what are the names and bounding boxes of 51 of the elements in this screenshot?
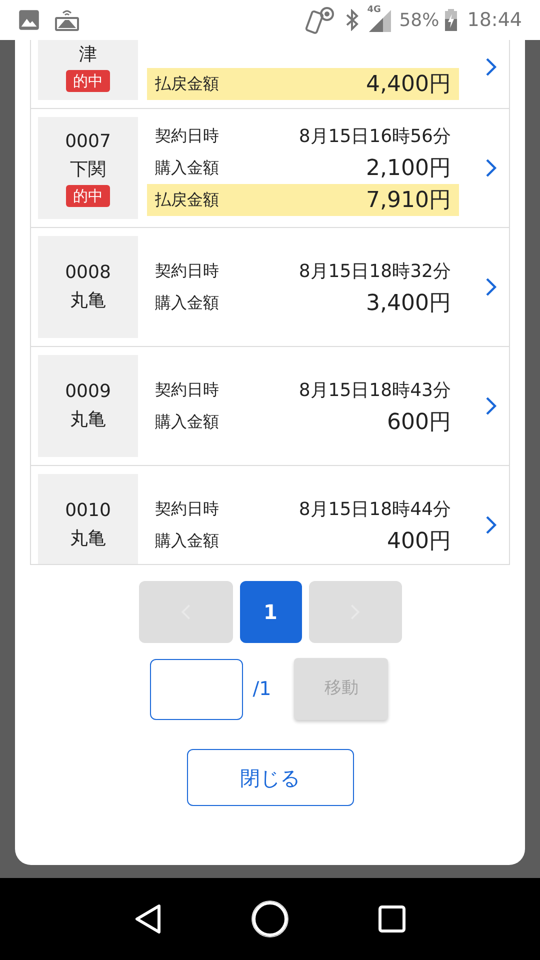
- battery-charging-icon: [445, 9, 458, 31]
- venue-name: 丸亀: [70, 408, 106, 432]
- field-value: 400円: [387, 528, 451, 556]
- ticket-number: 0010: [65, 499, 111, 523]
- field-label: 購入金額: [155, 292, 219, 314]
- venue-name: 下関: [70, 158, 106, 182]
- venue-name: 津: [79, 43, 97, 67]
- network-type-label: 4G: [367, 4, 381, 16]
- field-label: 購入金額: [155, 530, 219, 552]
- field-label: 契約日時: [155, 498, 219, 520]
- field-label: 払戻金額: [155, 189, 219, 211]
- image-icon: [18, 9, 40, 31]
- hit-badge: 的中: [66, 185, 110, 207]
- recents-icon[interactable]: [378, 905, 406, 933]
- bluetooth-icon: [345, 9, 360, 31]
- field-value: 600円: [387, 408, 451, 436]
- total-pages-label: /1: [252, 676, 272, 702]
- chevron-right-icon: [485, 56, 497, 78]
- field-value: 8月15日18時43分: [298, 378, 451, 402]
- page-number-input[interactable]: [150, 658, 243, 720]
- home-icon[interactable]: [250, 900, 289, 938]
- hit-badge: 的中: [66, 70, 110, 92]
- ticket-number: 0009: [65, 380, 111, 404]
- field-label: 購入金額: [155, 411, 219, 433]
- field-label: 契約日時: [155, 125, 219, 147]
- battery-percent: 58%: [399, 8, 440, 32]
- cast-screen-icon: [54, 8, 80, 32]
- venue-name: 丸亀: [70, 527, 106, 551]
- field-value: 8月15日18時44分: [298, 498, 451, 522]
- field-label: 払戻金額: [155, 73, 219, 95]
- chevron-right-icon: [485, 514, 497, 536]
- back-icon[interactable]: [134, 903, 162, 935]
- ticket-number: 0007: [65, 130, 111, 154]
- field-value: 8月15日16時56分: [298, 124, 451, 148]
- ticket-number: 0008: [65, 261, 111, 285]
- close-button[interactable]: 閉じる: [186, 749, 354, 806]
- chevron-right-icon: [485, 395, 497, 417]
- clock: 18:44: [467, 8, 522, 33]
- field-value: 7,910円: [366, 186, 451, 214]
- page-number-button[interactable]: 1: [240, 581, 302, 643]
- field-value: 3,400円: [366, 290, 451, 318]
- venue-name: 丸亀: [70, 289, 106, 313]
- phone-tap-icon: [305, 6, 336, 34]
- field-value: 8月15日18時32分: [298, 260, 451, 284]
- field-label: 購入金額: [155, 157, 219, 179]
- field-value: 2,100円: [366, 154, 451, 182]
- chevron-right-icon: [485, 157, 497, 179]
- field-value: 4,400円: [366, 70, 451, 98]
- field-label: 契約日時: [155, 379, 219, 401]
- chevron-right-icon: [485, 276, 497, 298]
- field-label: 契約日時: [155, 260, 219, 282]
